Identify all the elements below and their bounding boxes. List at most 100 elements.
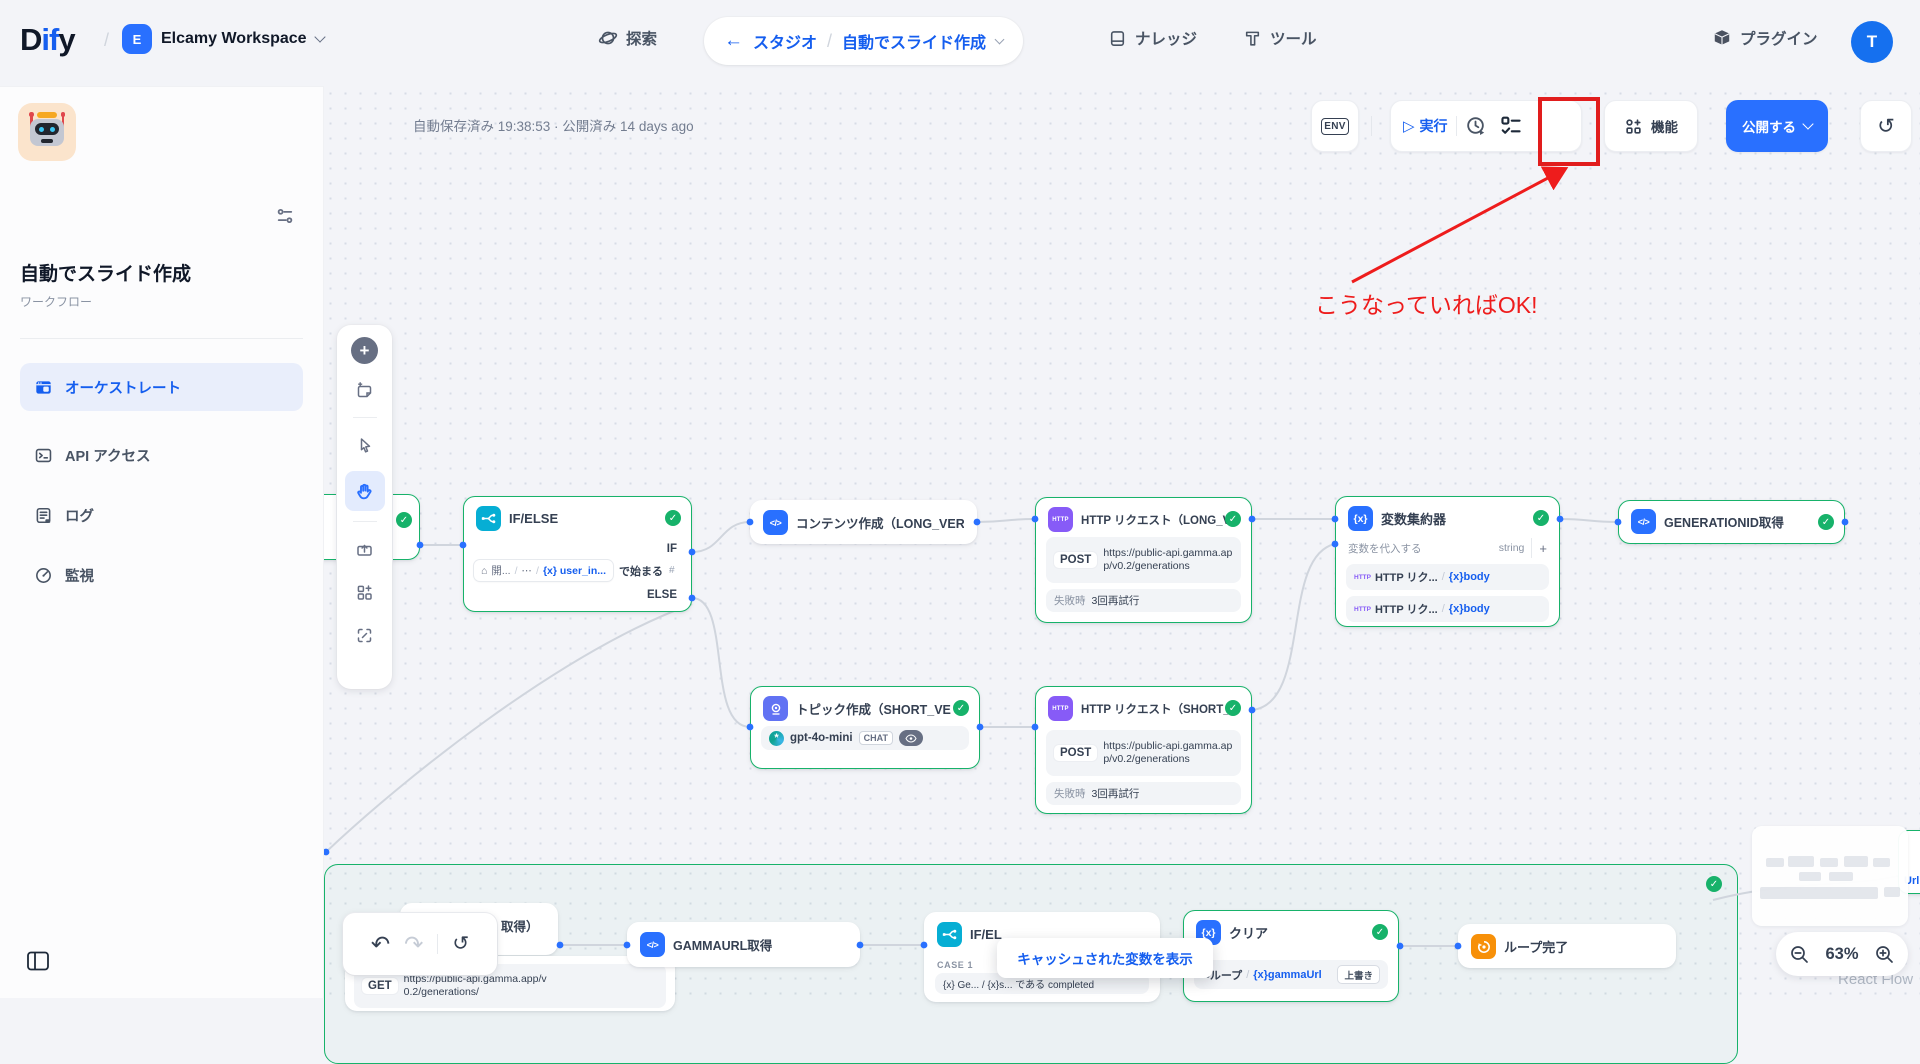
undo-icon[interactable]: ↶ [371,933,390,956]
zoom-level[interactable]: 63% [1825,945,1858,964]
sidebar-item-logs[interactable]: ログ [20,493,303,537]
node-variable-aggregator[interactable]: {x} 変数集約器 ✓ 変数を代入する string + HTTP HTTP リ… [1335,496,1560,627]
zoom-in-icon[interactable] [1874,944,1895,965]
organize-blocks-icon[interactable] [348,575,382,609]
path-separator: / [1442,571,1445,583]
export-image-icon[interactable] [348,532,382,566]
node-http-long[interactable]: HTTP HTTP リクエスト（LONG_VER） ✓ POST https:/… [1035,497,1252,623]
condition-chip[interactable]: ⌂ 開... / ⋯ / {x} user_in... [474,560,613,581]
sidebar-item-label: API アクセス [65,445,150,466]
plugin-box-icon [1712,28,1732,48]
add-note-icon[interactable] [348,373,382,407]
add-variable-button[interactable]: + [1539,541,1547,556]
overwrite-badge: 上書き [1337,965,1380,984]
app-title: 自動でスライド作成 [20,259,191,286]
publish-label: 公開する [1742,116,1796,136]
nav-knowledge[interactable]: ナレッジ [1108,27,1197,49]
breadcrumb-studio[interactable]: スタジオ [753,29,817,53]
request-url: https://public-api.gamma.app/v0.2/genera… [1103,547,1233,573]
app-header: Dify / E Elcamy Workspace 探索 ← スタジオ / 自動… [0,0,1920,86]
add-node-button[interactable]: + [351,337,378,364]
chevron-down-icon [995,34,1005,44]
variable-icon: {x} [1348,506,1373,531]
success-check-icon: ✓ [953,700,969,716]
loop-variable: {x}gammaUrl [1253,969,1321,981]
http-method-chip: POST [1054,552,1097,568]
features-button[interactable]: 機能 [1604,100,1698,152]
node-content-long[interactable]: </> コンテンツ作成（LONG_VER） [750,500,977,544]
nav-plugins[interactable]: プラグイン [1712,27,1818,49]
node-http-short[interactable]: HTTP HTTP リクエスト（SHORT_VER） ✓ POST https:… [1035,686,1252,814]
studio-breadcrumb[interactable]: ← スタジオ / 自動でスライド作成 [704,17,1023,65]
run-history-icon[interactable] [1465,115,1487,137]
workspace-selector[interactable]: E Elcamy Workspace [122,24,324,54]
loop-success-check-icon: ✓ [1706,876,1722,892]
hand-tool-icon[interactable] [345,471,385,511]
fit-view-icon[interactable] [348,618,382,652]
http-method-chip: GET [362,978,398,994]
success-check-icon: ✓ [1372,924,1388,940]
app-type-label: ワークフロー [20,293,92,310]
node-gamma-url[interactable]: </> GAMMAURL取得 [627,922,860,967]
checklist-icon[interactable] [1499,114,1523,138]
monitor-gauge-icon [34,566,53,585]
zoom-out-icon[interactable] [1789,944,1810,965]
workspace-name: Elcamy Workspace [161,30,307,48]
aggregator-row[interactable]: HTTP HTTP リク... / {x}body [1346,564,1549,590]
sidebar-item-api-access[interactable]: API アクセス [20,433,303,477]
node-clear[interactable]: {x} クリア ✓ ∞ループ / {x}gammaUrl 上書き [1183,910,1399,1002]
planet-icon [598,28,618,48]
http-icon: HTTP [1048,507,1073,532]
openai-icon: * [769,731,784,746]
path-separator: / [515,565,518,577]
toolbar-divider [1371,116,1372,136]
sidebar-item-orchestrate[interactable]: オーケストレート [20,363,303,411]
http-mini-icon: HTTP [1354,606,1371,613]
env-button[interactable]: ENV [1311,100,1359,152]
condition-hash: # [669,565,675,576]
dify-logo[interactable]: Dify [20,22,75,58]
hammer-icon [1243,29,1262,48]
publish-button[interactable]: 公開する [1726,100,1828,152]
node-title: GENERATIONID取得 [1664,512,1784,531]
sidebar-item-monitoring[interactable]: 監視 [20,553,303,597]
case-condition: {x} Ge... / {x}s... である completed [943,976,1094,991]
node-loop-done[interactable]: ループ完了 [1458,924,1676,968]
undo-redo-toolbar: ↶ ↷ ↺ [343,913,497,975]
node-generation-id[interactable]: </> GENERATIONID取得 ✓ [1618,500,1845,544]
back-arrow-icon[interactable]: ← [724,30,743,52]
success-check-icon: ✓ [1225,700,1241,716]
redo-icon[interactable]: ↷ [404,933,423,956]
nav-knowledge-label: ナレッジ [1135,27,1197,49]
run-button[interactable]: ▷ 実行 [1403,116,1448,136]
pointer-tool-icon[interactable] [348,428,382,462]
success-check-icon: ✓ [1533,510,1549,526]
user-avatar[interactable]: T [1851,21,1893,63]
eye-icon[interactable] [899,730,923,746]
orchestrate-icon [34,378,53,397]
model-name: gpt-4o-mini [790,732,853,744]
aggregator-row[interactable]: HTTP HTTP リク... / {x}body [1346,596,1549,622]
node-if-else[interactable]: IF/ELSE ✓ IF ⌂ 開... / ⋯ / {x} user_in...… [463,496,692,612]
app-settings-icon[interactable] [274,205,296,227]
collapse-panel-icon[interactable] [26,950,50,972]
change-history-icon[interactable]: ↺ [452,934,469,954]
node-topic-short[interactable]: トピック作成（SHORT_VER） ✓ * gpt-4o-mini CHAT [750,686,980,769]
home-icon: ⌂ [481,565,487,577]
features-label: 機能 [1651,116,1678,136]
app-icon[interactable] [18,103,76,161]
node-title: 変数集約器 [1381,509,1446,528]
node-title: IF/ELSE [509,511,558,526]
nav-explore[interactable]: 探索 [598,27,657,49]
version-history-button[interactable]: ↺ [1860,100,1912,152]
cached-variables-tooltip[interactable]: キャッシュされた変数を表示 [997,938,1213,978]
breadcrumb-app-name[interactable]: 自動でスライド作成 [842,29,986,53]
annotation-highlight-box [1538,97,1600,166]
play-icon: ▷ [1403,117,1415,135]
llm-icon [763,696,788,721]
node-title: GAMMAURL取得 [673,935,772,954]
minimap[interactable] [1752,826,1908,926]
source-variable: {x}body [1449,603,1490,615]
condition-variable: {x} user_in... [543,565,606,577]
nav-tools[interactable]: ツール [1243,27,1317,49]
